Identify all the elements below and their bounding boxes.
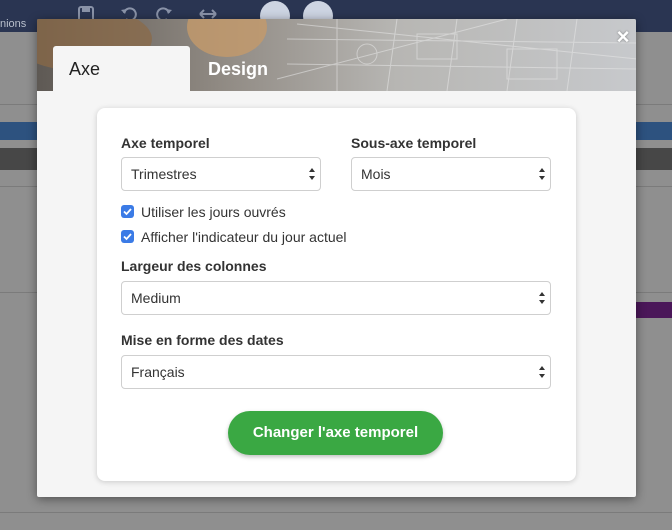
axe-temporel-select[interactable]: Trimestres <box>121 157 321 191</box>
timeline-settings-modal: Axe temporel Design × Axe temporel Trime… <box>37 19 636 497</box>
sous-axe-temporel-select[interactable]: Mois <box>351 157 551 191</box>
axe-temporel-label: Axe temporel <box>121 135 210 151</box>
date-format-value: Français <box>131 364 185 380</box>
working-days-label: Utiliser les jours ouvrés <box>141 204 286 220</box>
sous-axe-temporel-label: Sous-axe temporel <box>351 135 477 151</box>
select-arrows-icon <box>539 292 545 304</box>
bg-divider <box>0 512 672 513</box>
toolbar-label: nions <box>0 18 27 30</box>
today-indicator-checkbox[interactable] <box>121 230 134 243</box>
bg-task-bar <box>636 302 672 318</box>
column-width-select[interactable]: Medium <box>121 281 551 315</box>
today-indicator-label: Afficher l'indicateur du jour actuel <box>141 229 347 245</box>
date-format-label: Mise en forme des dates <box>121 332 284 348</box>
axe-temporel-value: Trimestres <box>131 166 197 182</box>
tab-axe-temporel[interactable]: Axe temporel <box>53 46 190 91</box>
date-format-select[interactable]: Français <box>121 355 551 389</box>
select-arrows-icon <box>539 366 545 378</box>
working-days-checkbox[interactable] <box>121 205 134 218</box>
column-width-label: Largeur des colonnes <box>121 258 267 274</box>
sous-axe-temporel-value: Mois <box>361 166 391 182</box>
settings-form-card: Axe temporel Trimestres Sous-axe tempore… <box>97 108 576 481</box>
select-arrows-icon <box>309 168 315 180</box>
column-width-value: Medium <box>131 290 181 306</box>
tab-design[interactable]: Design <box>192 46 284 91</box>
change-timeline-button[interactable]: Changer l'axe temporel <box>228 411 443 455</box>
select-arrows-icon <box>539 168 545 180</box>
modal-header: Axe temporel Design × <box>37 19 636 91</box>
check-icon <box>123 208 132 216</box>
check-icon <box>123 233 132 241</box>
close-icon[interactable]: × <box>612 25 634 49</box>
